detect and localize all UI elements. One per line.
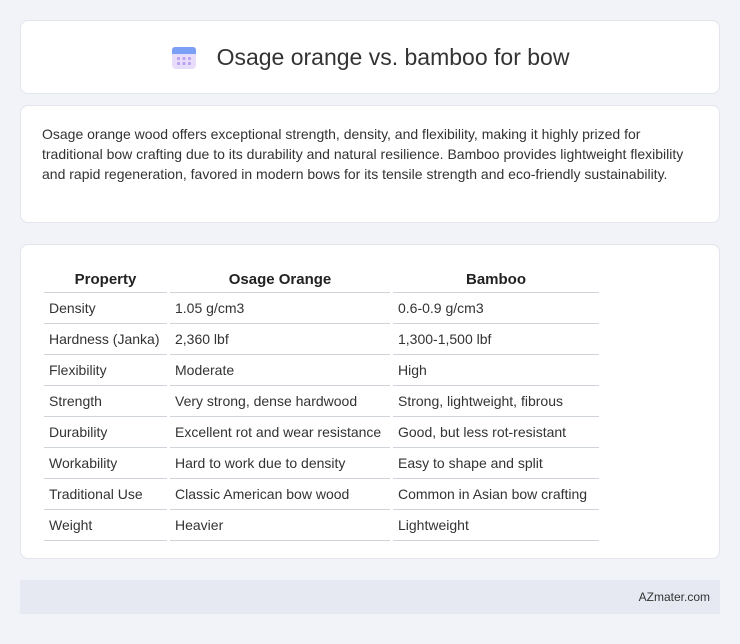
table-row: Workability Hard to work due to density …	[44, 448, 599, 479]
osage-cell: Heavier	[170, 510, 390, 541]
table-row: Hardness (Janka) 2,360 lbf 1,300-1,500 l…	[44, 324, 599, 355]
property-cell: Traditional Use	[44, 479, 167, 510]
bamboo-cell: 0.6-0.9 g/cm3	[393, 293, 599, 324]
table-header-row: Property Osage Orange Bamboo	[44, 265, 599, 293]
table-row: Durability Excellent rot and wear resist…	[44, 417, 599, 448]
property-cell: Hardness (Janka)	[44, 324, 167, 355]
table-row: Traditional Use Classic American bow woo…	[44, 479, 599, 510]
osage-cell: Hard to work due to density	[170, 448, 390, 479]
bamboo-cell: Good, but less rot-resistant	[393, 417, 599, 448]
table-row: Weight Heavier Lightweight	[44, 510, 599, 541]
osage-cell: Very strong, dense hardwood	[170, 386, 390, 417]
table-row: Density 1.05 g/cm3 0.6-0.9 g/cm3	[44, 293, 599, 324]
footer-brand[interactable]: AZmater.com	[639, 590, 710, 604]
bamboo-cell: 1,300-1,500 lbf	[393, 324, 599, 355]
osage-cell: Classic American bow wood	[170, 479, 390, 510]
header-osage-orange: Osage Orange	[170, 265, 390, 293]
title-card: Osage orange vs. bamboo for bow	[20, 20, 720, 94]
calendar-icon	[171, 44, 197, 70]
bamboo-cell: Easy to shape and split	[393, 448, 599, 479]
osage-cell: Moderate	[170, 355, 390, 386]
bamboo-cell: Lightweight	[393, 510, 599, 541]
osage-cell: 1.05 g/cm3	[170, 293, 390, 324]
property-cell: Strength	[44, 386, 167, 417]
title-wrap: Osage orange vs. bamboo for bow	[171, 43, 570, 71]
comparison-card: Property Osage Orange Bamboo Density 1.0…	[20, 244, 720, 559]
bamboo-cell: Strong, lightweight, fibrous	[393, 386, 599, 417]
bamboo-cell: Common in Asian bow crafting	[393, 479, 599, 510]
property-cell: Weight	[44, 510, 167, 541]
property-cell: Flexibility	[44, 355, 167, 386]
property-cell: Durability	[44, 417, 167, 448]
osage-cell: 2,360 lbf	[170, 324, 390, 355]
property-cell: Density	[44, 293, 167, 324]
osage-cell: Excellent rot and wear resistance	[170, 417, 390, 448]
description-text: Osage orange wood offers exceptional str…	[42, 126, 684, 182]
header-property: Property	[44, 265, 167, 293]
table-row: Flexibility Moderate High	[44, 355, 599, 386]
footer-bar: AZmater.com	[20, 580, 720, 614]
page-title: Osage orange vs. bamboo for bow	[216, 43, 570, 70]
property-cell: Workability	[44, 448, 167, 479]
comparison-table: Property Osage Orange Bamboo Density 1.0…	[41, 265, 602, 541]
table-row: Strength Very strong, dense hardwood Str…	[44, 386, 599, 417]
description-card: Osage orange wood offers exceptional str…	[20, 105, 720, 223]
bamboo-cell: High	[393, 355, 599, 386]
header-bamboo: Bamboo	[393, 265, 599, 293]
